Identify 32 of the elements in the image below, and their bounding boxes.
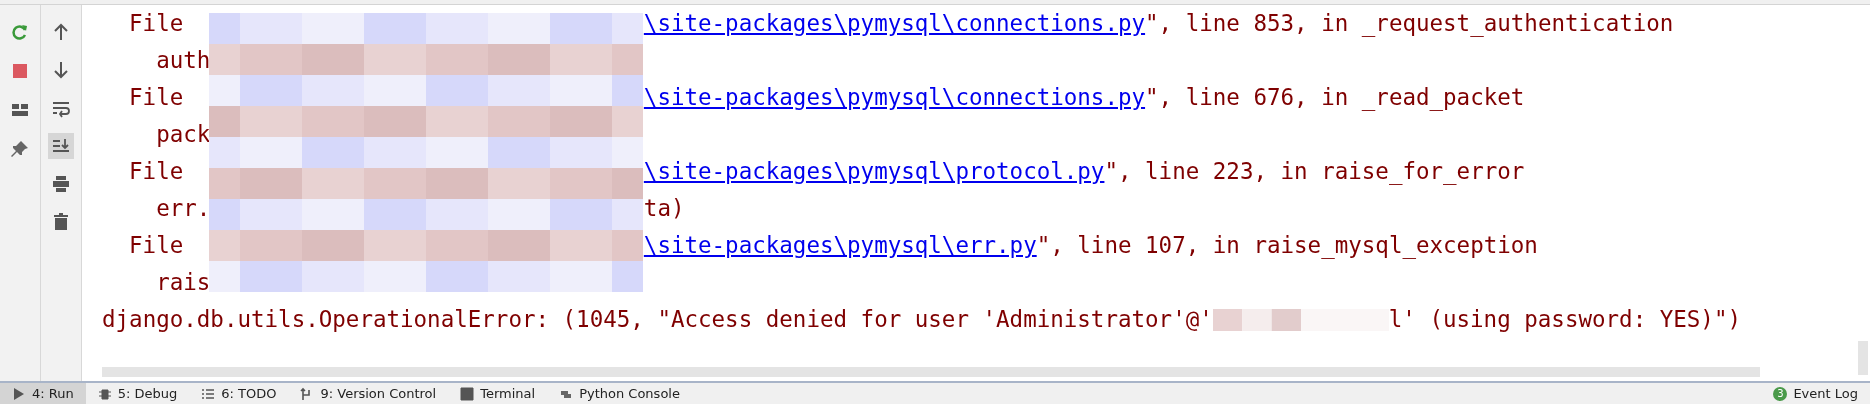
console-text: File: [129, 232, 184, 258]
console-text: File: [129, 10, 184, 36]
console-text: err.: [156, 195, 211, 221]
console-text: l' (using password: YES)"): [1388, 305, 1741, 334]
file-link[interactable]: \site-packages\pymysql\protocol.py: [643, 153, 1105, 190]
console-text: ", line 853, in _request_authentication: [1145, 9, 1674, 39]
console-text: ", line 107, in raise_mysql_exception: [1036, 231, 1538, 261]
list-icon: [201, 386, 216, 401]
console-text: File: [129, 84, 184, 110]
tool-window-tab[interactable]: 5: Debug: [85, 383, 190, 404]
console-text: ", line 223, in raise_for_error: [1104, 157, 1525, 187]
bug-icon: [97, 386, 112, 401]
file-link[interactable]: \site-packages\pymysql\connections.py: [643, 79, 1146, 116]
horizontal-scrollbar[interactable]: [102, 367, 1760, 377]
console-text: pack: [156, 121, 211, 147]
play-icon: [12, 386, 26, 401]
tool-window-tab[interactable]: 4: Run: [0, 383, 86, 404]
tool-window-tab[interactable]: 6: TODO: [189, 383, 289, 404]
file-link[interactable]: \site-packages\pymysql\connections.py: [643, 5, 1146, 42]
file-link[interactable]: \site-packages\pymysql\err.py: [643, 227, 1037, 264]
console-text: ta): [643, 194, 685, 223]
console-text: django.db.utils.OperationalError: (1045, "Access denied for user 'Administrator'@': [102, 306, 1213, 332]
console-text: auth: [156, 47, 211, 73]
event-log-button[interactable]: 3 Event Log: [1761, 383, 1870, 404]
tool-window-tab[interactable]: Terminal: [448, 383, 548, 404]
console-text: File: [129, 158, 184, 184]
console-text: rais: [156, 269, 211, 295]
tool-window-tab[interactable]: Python Console: [547, 383, 692, 404]
vertical-scrollbar[interactable]: [1858, 341, 1868, 375]
tool-window-tab[interactable]: 9: Version Control: [288, 383, 449, 404]
scroll-to-end-icon[interactable]: [48, 133, 74, 159]
console-text: ", line 676, in _read_packet: [1145, 83, 1525, 113]
